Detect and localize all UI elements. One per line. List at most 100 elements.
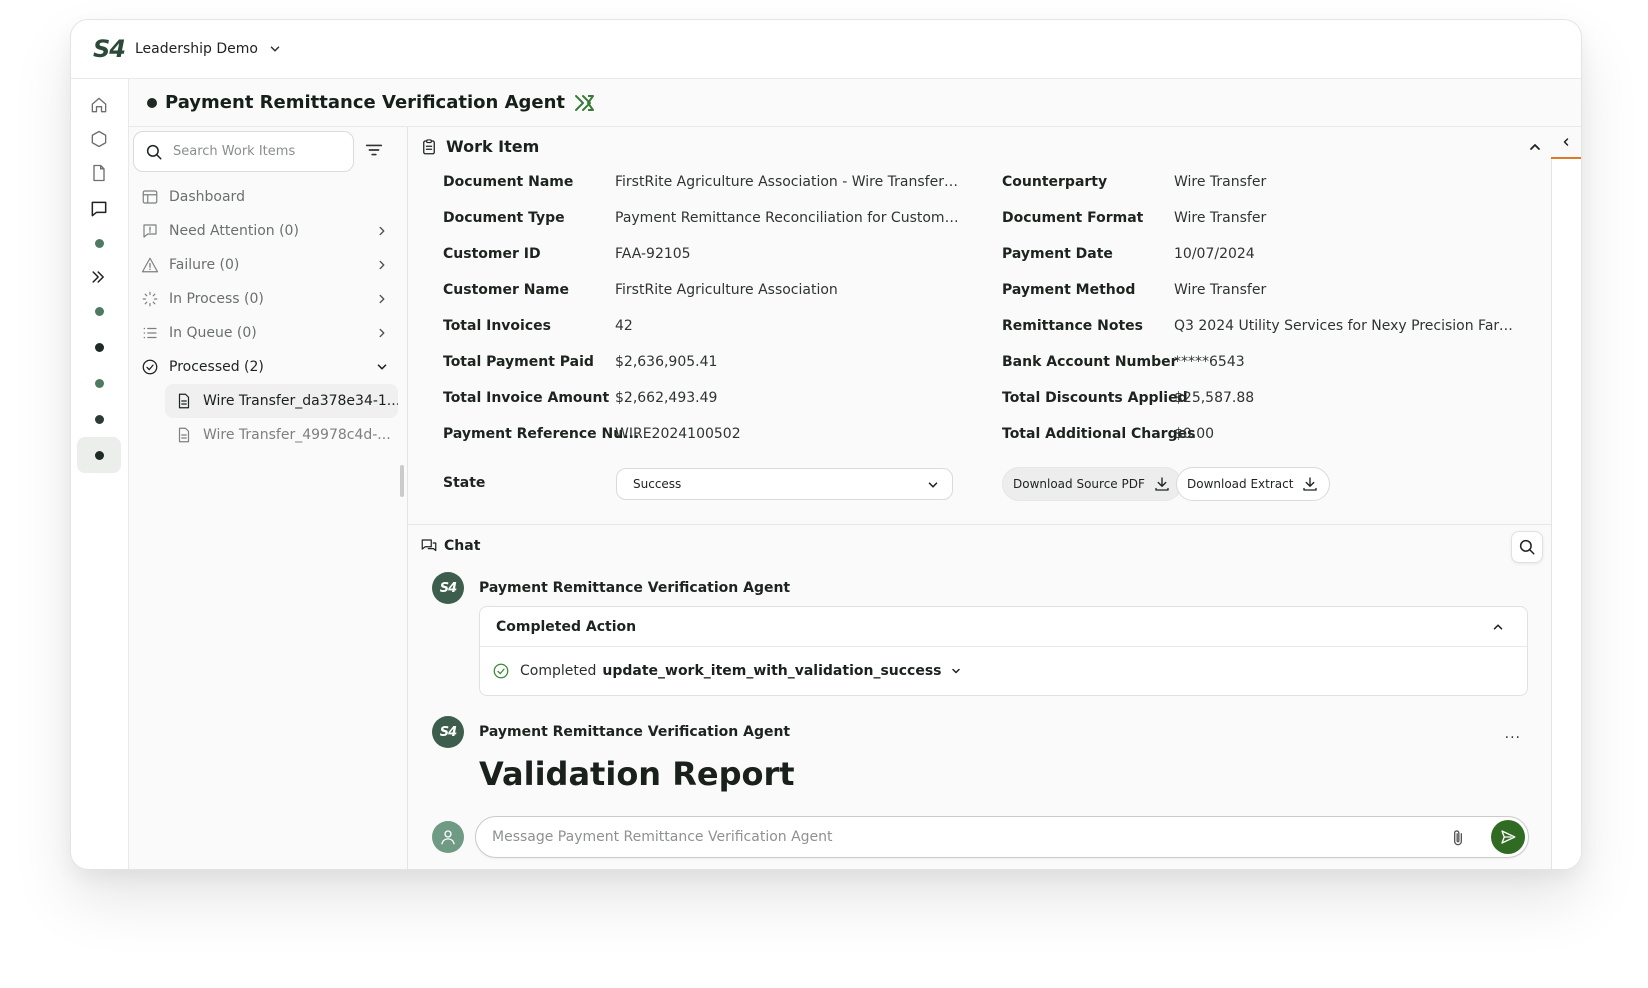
nav-in-queue[interactable]: In Queue (0) <box>137 318 399 348</box>
file-icon <box>178 427 190 443</box>
nav-label: Dashboard <box>169 189 245 205</box>
field-value: Wire Transfer <box>1174 210 1267 226</box>
button-label: Download Source PDF <box>1013 477 1145 491</box>
message-sender: Payment Remittance Verification Agent <box>479 580 791 596</box>
field-label: Total Discounts Applied <box>1002 390 1188 406</box>
agent-status-dot[interactable] <box>77 293 121 329</box>
button-label: Download Extract <box>1187 477 1294 491</box>
agent-status-dot-active[interactable] <box>77 437 121 473</box>
agent-avatar: S4 <box>432 572 464 604</box>
user-avatar <box>432 821 464 853</box>
hexagon-icon[interactable] <box>77 121 121 157</box>
clipboard-icon <box>423 138 435 154</box>
alert-message-icon <box>143 224 157 238</box>
state-select[interactable]: Success <box>616 468 953 500</box>
send-button[interactable] <box>1491 820 1525 854</box>
icon-rail <box>71 79 129 869</box>
agent-status-dot[interactable] <box>77 365 121 401</box>
state-label: State <box>443 475 486 491</box>
nav-label: In Queue (0) <box>169 325 257 341</box>
message-input[interactable] <box>492 829 1392 845</box>
field-label: Document Format <box>1002 210 1144 226</box>
chevron-up-icon[interactable] <box>1527 139 1543 155</box>
field-value: $2,636,905.41 <box>615 354 718 370</box>
document-icon[interactable] <box>77 155 121 191</box>
chat-search-button[interactable] <box>1511 531 1543 563</box>
nav-label: In Process (0) <box>169 291 264 307</box>
nav-dashboard[interactable]: Dashboard <box>137 182 399 212</box>
field-value: FAA-92105 <box>615 246 691 262</box>
field-value: Wire Transfer <box>1174 174 1267 190</box>
home-icon[interactable] <box>77 87 121 123</box>
agent-status-dot[interactable] <box>77 225 121 261</box>
download-extract-button[interactable]: Download Extract <box>1176 467 1331 501</box>
work-item-entry[interactable]: Wire Transfer_49978c4d-... <box>165 418 398 452</box>
title-bar: Payment Remittance Verification Agent <box>129 79 1581 127</box>
work-item-label: Wire Transfer_49978c4d-... <box>203 427 391 443</box>
search-icon <box>146 144 162 159</box>
chevron-down-icon <box>928 482 938 488</box>
work-items-panel: Dashboard Need Attention (0) Failure (0)… <box>129 127 408 869</box>
agent-status-dot[interactable] <box>77 401 121 437</box>
work-item-content: Work Item Document Name FirstRite Agricu… <box>408 127 1551 869</box>
field-value: $2,662,493.49 <box>615 390 718 406</box>
send-icon <box>1501 830 1516 844</box>
expand-panel-button[interactable] <box>1551 127 1581 159</box>
field-label: Document Type <box>443 210 565 226</box>
field-value: Payment Remittance Reconciliation for Cu… <box>615 210 960 226</box>
app-window: S4 Leadership Demo Payment Remittance Ve… <box>70 19 1582 870</box>
field-label: Total Invoice Amount <box>443 390 610 406</box>
chevron-down-icon <box>377 364 387 370</box>
nav-failure[interactable]: Failure (0) <box>137 250 399 280</box>
message-composer[interactable] <box>475 816 1529 858</box>
field-value: Wire Transfer <box>1174 282 1267 298</box>
chevron-up-icon[interactable] <box>1491 620 1505 634</box>
more-options-icon[interactable]: ··· <box>1505 730 1521 746</box>
chat-title: Chat <box>444 538 481 554</box>
filter-icon[interactable] <box>363 139 385 161</box>
chevron-left-icon <box>1563 138 1569 146</box>
action-card-title: Completed Action <box>496 618 637 635</box>
chevron-down-icon[interactable] <box>950 665 962 677</box>
chevron-right-icon <box>379 226 385 236</box>
agent-status-dot[interactable] <box>77 329 121 365</box>
field-value: $25,587.88 <box>1174 390 1255 406</box>
work-item-label: Wire Transfer_da378e34-1... <box>203 393 398 409</box>
action-card-header[interactable]: Completed Action <box>480 607 1527 647</box>
search-box[interactable] <box>133 131 354 172</box>
chevron-right-icon <box>379 260 385 270</box>
page-title: Payment Remittance Verification Agent <box>165 92 566 113</box>
chat-bubble-icon[interactable] <box>77 191 121 227</box>
agent-chevrons-icon[interactable] <box>77 259 121 295</box>
nav-processed[interactable]: Processed (2) <box>137 352 399 382</box>
field-value: 42 <box>615 318 633 334</box>
workspace-name[interactable]: Leadership Demo <box>135 41 258 57</box>
download-icon <box>1303 477 1318 491</box>
field-label: Payment Method <box>1002 282 1136 298</box>
avatar-logo: S4 <box>439 724 457 740</box>
field-value: 10/07/2024 <box>1174 246 1255 262</box>
action-row[interactable]: Completed update_work_item_with_validati… <box>492 662 962 680</box>
chat-icon <box>421 539 437 552</box>
nav-in-process[interactable]: In Process (0) <box>137 284 399 314</box>
field-label: Bank Account Number <box>1002 354 1178 370</box>
download-source-pdf-button[interactable]: Download Source PDF <box>1002 467 1182 501</box>
field-label: Remittance Notes <box>1002 318 1143 334</box>
logo: S4 <box>93 35 126 63</box>
field-label: Document Name <box>443 174 574 190</box>
chat-header: Chat <box>420 537 480 555</box>
work-item-title: Work Item <box>446 137 540 156</box>
search-input[interactable] <box>173 144 343 159</box>
nav-need-attention[interactable]: Need Attention (0) <box>137 216 399 246</box>
field-value: $0.00 <box>1174 426 1215 442</box>
work-item-entry[interactable]: Wire Transfer_da378e34-1... <box>165 384 398 418</box>
nav-label: Processed (2) <box>169 359 264 375</box>
download-icon <box>1155 477 1169 491</box>
panel-resize-handle[interactable] <box>400 465 404 497</box>
field-label: Customer Name <box>443 282 569 298</box>
list-icon <box>143 327 157 339</box>
field-value: WIRE2024100502 <box>615 426 741 442</box>
right-side-panel <box>1551 127 1581 869</box>
chevron-down-icon[interactable] <box>268 42 282 56</box>
paperclip-icon[interactable] <box>1448 828 1468 848</box>
